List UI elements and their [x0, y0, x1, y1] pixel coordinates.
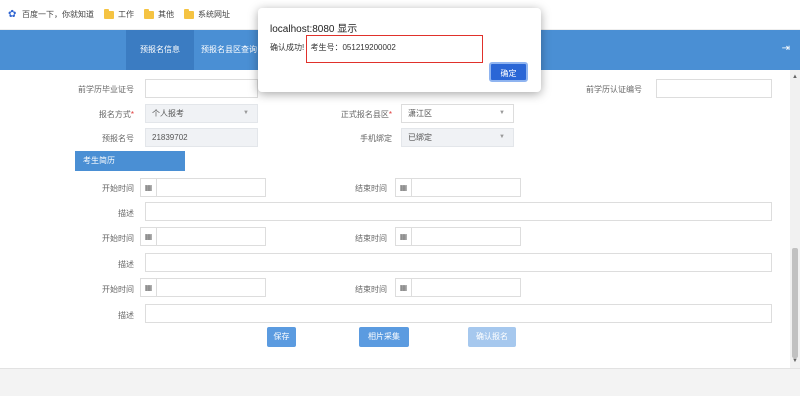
county-select[interactable]: 潇江区 ▼ [401, 104, 514, 123]
bookmark-baidu[interactable]: ✿ 百度一下，你就知道 [8, 9, 94, 20]
desc-input[interactable] [145, 253, 772, 272]
bookmark-label: 其他 [158, 10, 174, 19]
desc-label: 描述 [118, 260, 134, 269]
end-time-input[interactable] [395, 178, 521, 197]
dialog-title: localhost:8080 显示 [270, 24, 358, 35]
tab-county-query[interactable]: 预报名县区查询 [200, 30, 258, 70]
confirm-signup-button[interactable]: 确认报名 [468, 327, 516, 347]
start-time-input[interactable] [140, 178, 266, 197]
signup-mode-value: 个人报考 [152, 109, 184, 118]
start-time-label: 开始时间 [102, 285, 134, 294]
photo-capture-button[interactable]: 相片采集 [359, 327, 409, 347]
bookmark-work[interactable]: 工作 [104, 8, 134, 20]
scroll-thumb[interactable] [792, 248, 798, 358]
dialog-message-prefix: 确认成功! [270, 43, 305, 52]
phone-bind-label: 手机绑定 [360, 134, 392, 143]
chevron-down-icon: ▼ [499, 110, 505, 116]
required-mark: * [388, 110, 392, 119]
prereg-no-field: 21839702 [145, 128, 258, 147]
ok-button[interactable]: 确定 [489, 62, 528, 82]
prereg-no-label: 预报名号 [102, 134, 134, 143]
start-time-input[interactable] [140, 227, 266, 246]
required-mark: * [130, 110, 134, 119]
bookmark-label: 百度一下，你就知道 [22, 10, 94, 19]
scrollbar[interactable]: ▲ ▼ [790, 70, 800, 368]
logout-icon[interactable]: ⇥ [782, 43, 790, 54]
calendar-icon[interactable]: ▦ [141, 178, 157, 197]
paw-icon: ✿ [8, 8, 17, 20]
chevron-down-icon: ▼ [499, 134, 505, 140]
form-area: 前学历毕业证号 前学历认证编号 报名方式* 个人报考 ▼ 正式报名县区* 潇江区… [0, 70, 790, 368]
prev-auth-input[interactable] [656, 79, 772, 98]
prev-cert-label: 前学历毕业证号 [78, 85, 134, 94]
alert-dialog: localhost:8080 显示 确认成功! 考生号：051219200002… [258, 8, 541, 92]
phone-bind-select[interactable]: 已绑定 ▼ [401, 128, 514, 147]
start-time-input[interactable] [140, 278, 266, 297]
folder-icon [104, 8, 114, 19]
calendar-icon[interactable]: ▦ [396, 227, 412, 246]
desc-input[interactable] [145, 304, 772, 323]
start-time-label: 开始时间 [102, 234, 134, 243]
bookmark-system[interactable]: 系统网址 [184, 8, 230, 20]
end-time-input[interactable] [395, 278, 521, 297]
end-time-label: 结束时间 [355, 184, 387, 193]
end-time-input[interactable] [395, 227, 521, 246]
folder-icon [184, 8, 194, 19]
signup-mode-select[interactable]: 个人报考 ▼ [145, 104, 258, 123]
folder-icon [144, 8, 154, 19]
desc-input[interactable] [145, 202, 772, 221]
highlight-annotation [306, 35, 483, 63]
calendar-icon[interactable]: ▦ [141, 278, 157, 297]
bookmark-label: 系统网址 [198, 10, 230, 19]
tab-prereg-info[interactable]: 预报名信息 [126, 30, 194, 70]
footer-bar [0, 368, 800, 396]
signup-mode-text: 报名方式 [98, 110, 131, 119]
phone-bind-value: 已绑定 [408, 133, 432, 142]
calendar-icon[interactable]: ▦ [141, 227, 157, 246]
calendar-icon[interactable]: ▦ [396, 278, 412, 297]
calendar-icon[interactable]: ▦ [396, 178, 412, 197]
save-button[interactable]: 保存 [267, 327, 296, 347]
start-time-label: 开始时间 [102, 184, 134, 193]
scroll-up-icon[interactable]: ▲ [792, 74, 798, 80]
scroll-down-icon[interactable]: ▼ [792, 358, 798, 364]
chevron-down-icon: ▼ [243, 110, 249, 116]
signup-mode-label: 报名方式* [20, 109, 134, 120]
desc-label: 描述 [118, 209, 134, 218]
county-text: 正式报名县区 [340, 110, 389, 119]
end-time-label: 结束时间 [355, 234, 387, 243]
resume-section-tab[interactable]: 考生简历 [75, 151, 185, 171]
county-value: 潇江区 [408, 109, 432, 118]
bookmark-other[interactable]: 其他 [144, 8, 174, 20]
end-time-label: 结束时间 [355, 285, 387, 294]
prev-cert-input[interactable] [145, 79, 258, 98]
bookmark-label: 工作 [118, 10, 134, 19]
county-label: 正式报名县区* [290, 109, 392, 120]
desc-label: 描述 [118, 311, 134, 320]
prev-auth-label: 前学历认证编号 [586, 85, 642, 94]
